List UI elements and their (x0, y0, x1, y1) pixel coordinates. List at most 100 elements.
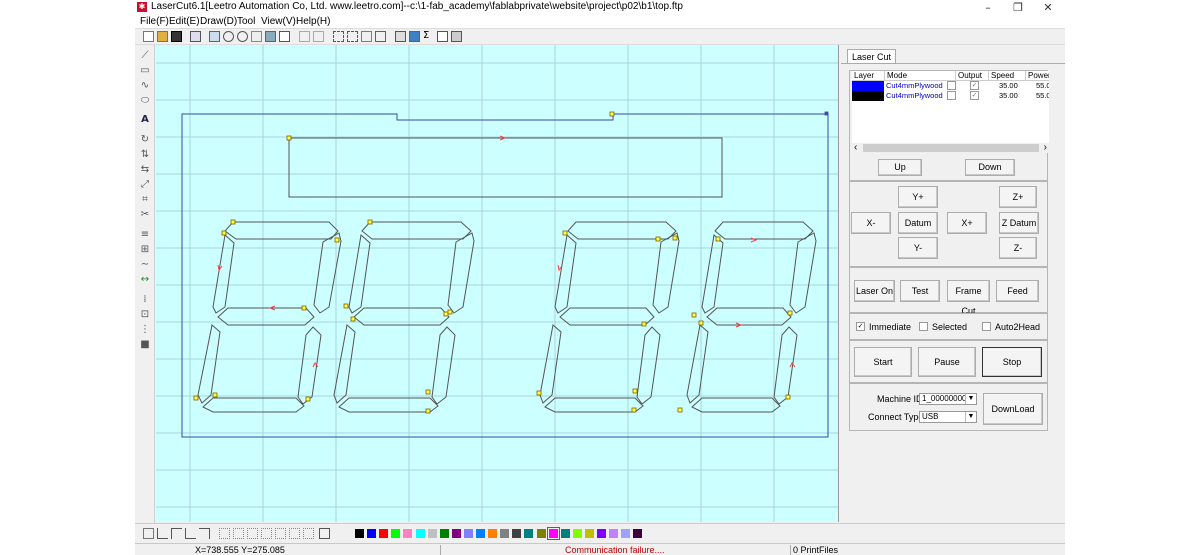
layer-down-button[interactable]: Down (965, 159, 1015, 176)
color-swatch[interactable] (536, 529, 546, 538)
close-button[interactable]: ✕ (1033, 0, 1063, 15)
maximize-button[interactable]: ❐ (1003, 0, 1033, 15)
color-swatch[interactable] (403, 529, 413, 538)
color-swatch[interactable] (572, 529, 582, 538)
scroll-left-icon[interactable]: ‹ (854, 142, 857, 153)
sum-icon[interactable]: Σ (423, 31, 434, 42)
test-button[interactable]: Test (900, 280, 940, 302)
rotate-tool-icon[interactable]: ↻ (139, 135, 151, 145)
board-outline[interactable] (181, 113, 829, 438)
rectangle-tool-icon[interactable]: ▭ (139, 66, 151, 76)
align-bottom-icon[interactable] (261, 528, 272, 539)
angle-tool-icon[interactable] (157, 528, 168, 539)
node-edit-icon[interactable] (375, 31, 386, 42)
menu-draw[interactable]: Draw(D) (200, 16, 237, 27)
corner-tool-icon[interactable] (171, 528, 182, 539)
slope-tool-icon[interactable] (185, 528, 196, 539)
connect-type-select[interactable]: USB ▼ (919, 411, 977, 423)
machine-id-select[interactable]: 1_00000000 ▼ (919, 393, 977, 405)
start-button[interactable]: Start (854, 347, 912, 377)
grid-snap-icon[interactable] (143, 528, 154, 539)
select-icon[interactable] (209, 31, 220, 42)
menu-tool[interactable]: Tool (237, 16, 255, 27)
canvas-drawing[interactable] (156, 45, 838, 522)
color-swatch[interactable] (500, 529, 510, 538)
save-icon[interactable] (171, 31, 182, 42)
layer-row[interactable]: Cut4mmPlywood ✓ 35.00 55.00 (852, 81, 1049, 91)
transform-tool-icon[interactable]: ⤢ (139, 180, 151, 190)
ungroup-icon[interactable] (347, 31, 358, 42)
chevron-down-icon[interactable]: ▼ (965, 412, 976, 422)
seven-segment-digits[interactable] (197, 221, 817, 413)
color-swatch[interactable] (609, 529, 619, 538)
new-file-icon[interactable] (143, 31, 154, 42)
pause-button[interactable]: Pause (918, 347, 976, 377)
color-swatch[interactable] (476, 529, 485, 538)
pan-hand-icon[interactable] (251, 31, 262, 42)
color-swatch[interactable] (633, 529, 643, 538)
fill-tool-icon[interactable]: ≡ (139, 230, 151, 240)
path-direction-icon[interactable] (361, 31, 372, 42)
color-swatch[interactable] (546, 527, 560, 540)
dotted-fill-icon[interactable]: ⋮ (139, 325, 151, 335)
flip-tool-icon[interactable]: ⇆ (139, 165, 151, 175)
smooth-tool-icon[interactable]: ∼ (139, 260, 151, 270)
color-swatch[interactable] (488, 529, 498, 538)
color-swatch[interactable] (560, 529, 570, 538)
distribute-v-icon[interactable] (289, 528, 300, 539)
laser-on-button[interactable]: Laser On (854, 280, 895, 302)
zoom-in-icon[interactable] (223, 31, 234, 42)
color-swatch[interactable] (415, 529, 425, 538)
zoom-fit-icon[interactable] (265, 31, 276, 42)
chevron-down-icon[interactable]: ▼ (965, 394, 976, 404)
mode-dropdown-icon[interactable] (947, 81, 956, 90)
open-folder-icon[interactable] (157, 31, 168, 42)
menu-file[interactable]: File(F) (140, 16, 169, 27)
menu-help[interactable]: Help(H) (296, 16, 330, 27)
weld-tool-icon[interactable]: ⁞ (139, 295, 151, 305)
col-layer[interactable]: Layer (852, 71, 885, 81)
options-icon[interactable] (451, 31, 462, 42)
mirror-tool-icon[interactable]: ⇅ (139, 150, 151, 160)
align-top-icon[interactable] (247, 528, 258, 539)
color-swatch[interactable] (439, 529, 449, 538)
col-mode[interactable]: Mode (885, 71, 956, 81)
x-minus-button[interactable]: X- (851, 212, 891, 234)
align-left-icon[interactable] (219, 528, 230, 539)
layer-mode[interactable]: Cut4mmPlywood (886, 91, 943, 101)
tab-laser-cut[interactable]: Laser Cut (847, 49, 897, 64)
color-swatch[interactable] (355, 529, 364, 538)
solid-fill-icon[interactable]: ■ (139, 340, 151, 350)
curve-tool-icon[interactable]: ∿ (139, 81, 151, 91)
scroll-thumb[interactable] (863, 144, 1039, 152)
array-tool-icon[interactable]: ⊞ (139, 245, 151, 255)
col-speed[interactable]: Speed (989, 71, 1026, 81)
layer-power[interactable]: 55.00 (1036, 91, 1049, 101)
layer-color-swatch[interactable] (852, 81, 884, 91)
col-output[interactable]: Output (956, 71, 989, 81)
line-tool-icon[interactable]: ⟋ (139, 51, 151, 61)
z-plus-button[interactable]: Z+ (999, 186, 1037, 208)
zoom-out-icon[interactable] (237, 31, 248, 42)
color-swatch[interactable] (391, 529, 401, 538)
layer-color-swatch[interactable] (852, 91, 884, 101)
download-button[interactable]: DownLoad (983, 393, 1043, 425)
layer-power[interactable]: 55.00 (1036, 81, 1049, 91)
redo-icon[interactable] (313, 31, 324, 42)
color-swatch[interactable] (379, 529, 389, 538)
mode-dropdown-icon[interactable] (947, 91, 956, 100)
ellipse-tool-icon[interactable]: ⬭ (139, 96, 151, 106)
same-size-icon[interactable] (303, 528, 314, 539)
monitor-icon[interactable] (409, 31, 420, 42)
layer-hscrollbar[interactable]: ‹ › (852, 142, 1049, 153)
selected-checkbox[interactable] (919, 322, 928, 331)
crop-tool-icon[interactable]: ⌗ (139, 195, 151, 205)
top-rectangle[interactable] (288, 137, 723, 198)
auto2head-checkbox[interactable] (982, 322, 991, 331)
layer-speed[interactable]: 35.00 (999, 91, 1018, 101)
output-checkbox[interactable]: ✓ (970, 81, 979, 90)
zoom-page-icon[interactable] (279, 31, 290, 42)
grid-tool-icon[interactable]: ⊡ (139, 310, 151, 320)
text-tool-icon[interactable]: A (139, 115, 151, 125)
layer-mode[interactable]: Cut4mmPlywood (886, 81, 943, 91)
